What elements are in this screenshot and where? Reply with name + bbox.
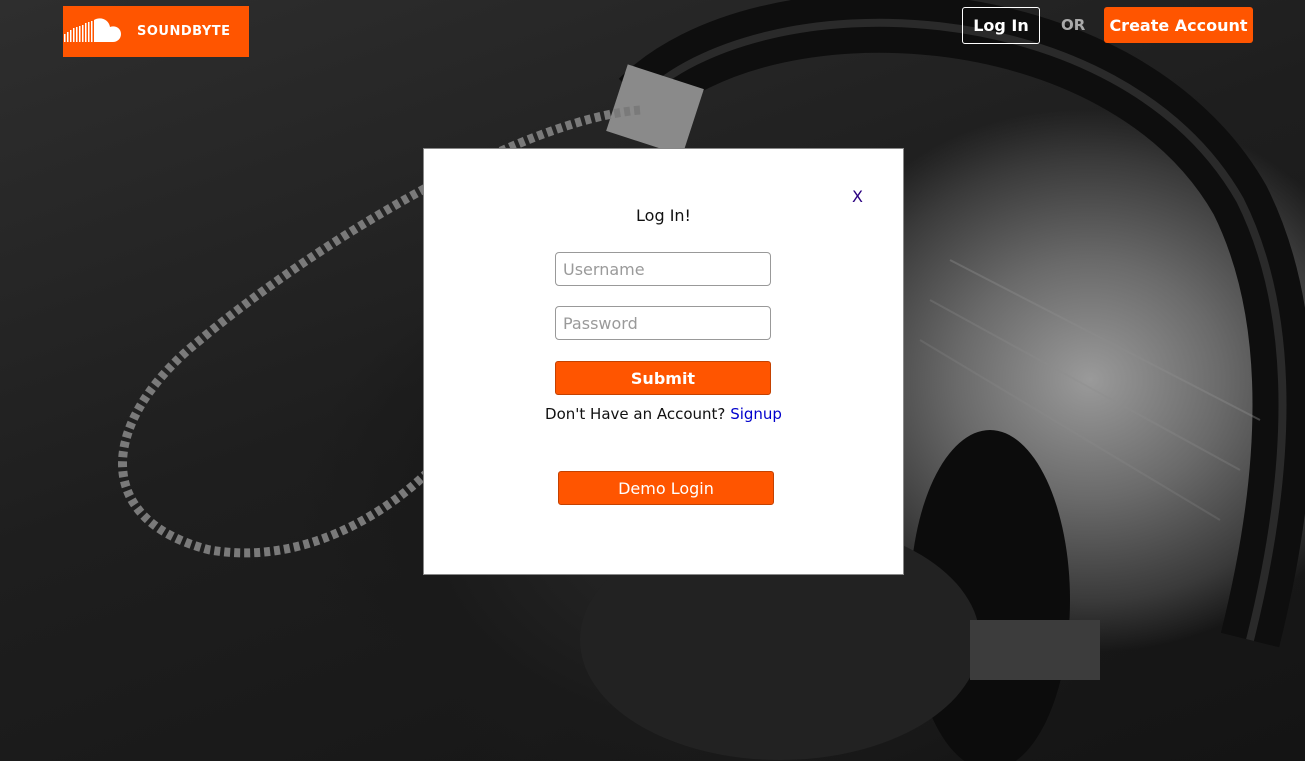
password-input[interactable] — [555, 306, 771, 340]
header-or-label: OR — [1061, 16, 1086, 34]
demo-login-button[interactable]: Demo Login — [558, 471, 774, 505]
signup-row: Don't Have an Account? Signup — [424, 405, 903, 423]
submit-button[interactable]: Submit — [555, 361, 771, 395]
signup-link[interactable]: Signup — [730, 405, 782, 423]
modal-title: Log In! — [636, 206, 691, 225]
header-login-button[interactable]: Log In — [962, 7, 1040, 44]
soundcloud-cloud-icon — [64, 18, 121, 42]
signup-prompt: Don't Have an Account? — [545, 405, 726, 423]
login-modal: X Log In! Submit Don't Have an Account? … — [423, 148, 904, 575]
create-account-button[interactable]: Create Account — [1104, 7, 1253, 43]
brand-name: SOUNDBYTE — [137, 24, 231, 39]
logo[interactable]: SOUNDBYTE — [63, 6, 249, 57]
close-button[interactable]: X — [852, 187, 863, 206]
username-input[interactable] — [555, 252, 771, 286]
